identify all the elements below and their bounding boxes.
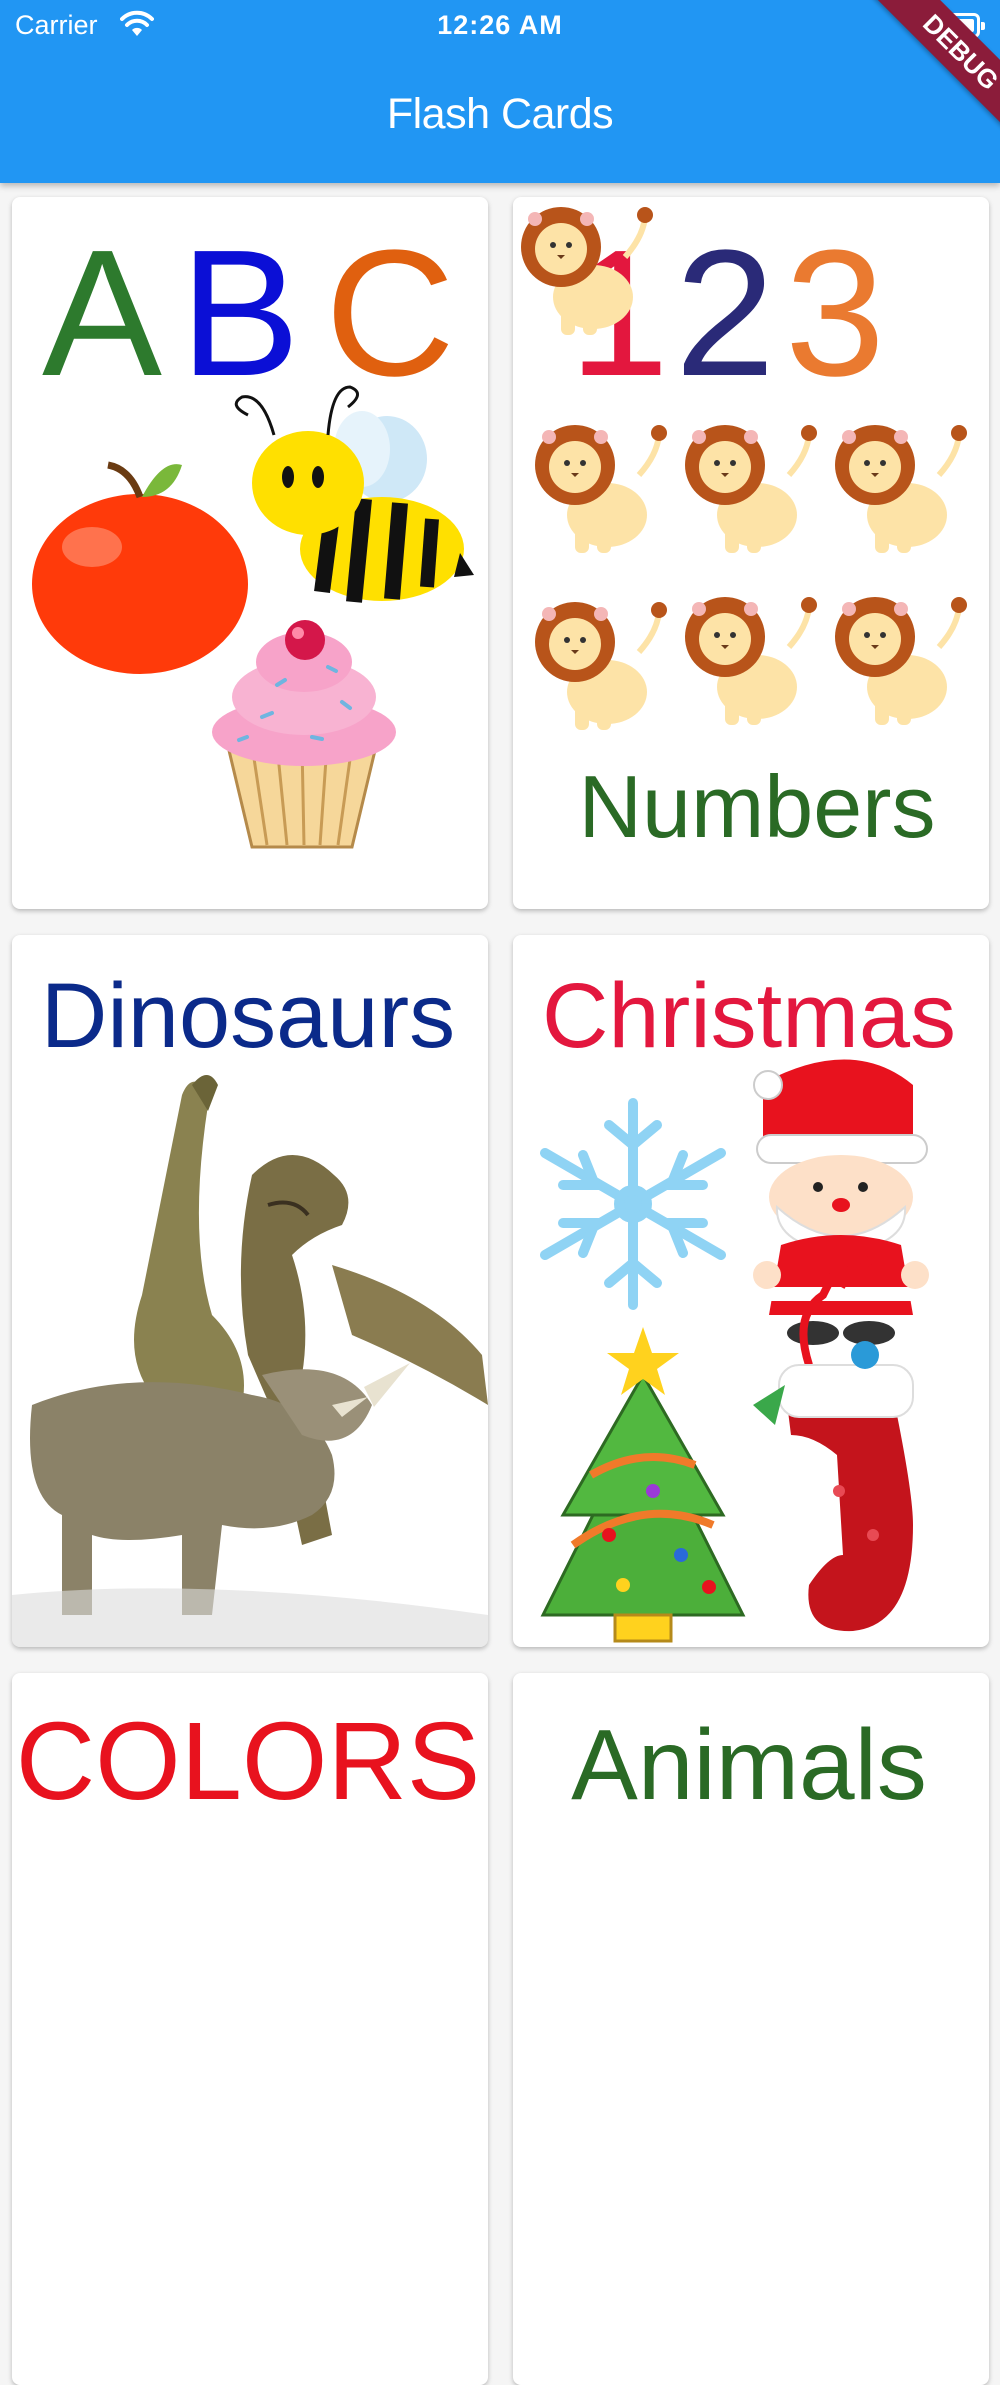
card-colors[interactable]: COLORS bbox=[12, 1673, 488, 2385]
card-abc[interactable]: A B C bbox=[12, 197, 488, 909]
card-numbers[interactable]: 1 2 3 Numbers bbox=[513, 197, 989, 909]
digit-3: 3 bbox=[785, 213, 885, 414]
christmas-label: Christmas bbox=[542, 965, 956, 1067]
app-bar: Carrier 12:26 AM Flash Cards DEBUG bbox=[0, 0, 1000, 183]
christmas-tree-icon bbox=[540, 1327, 746, 1643]
bee-icon bbox=[234, 385, 474, 603]
card-dinosaurs[interactable]: Dinosaurs bbox=[12, 935, 488, 1647]
santa-icon bbox=[753, 1059, 929, 1345]
letter-b: B bbox=[180, 213, 300, 414]
page-title: Flash Cards bbox=[386, 90, 614, 138]
digit-2: 2 bbox=[675, 213, 775, 414]
animals-label: Animals bbox=[571, 1709, 927, 1821]
dinosaurs-label: Dinosaurs bbox=[41, 965, 455, 1067]
card-christmas[interactable]: Christmas bbox=[513, 935, 989, 1647]
numbers-label: Numbers bbox=[579, 757, 936, 856]
letter-a: A bbox=[42, 213, 162, 414]
status-bar: Carrier 12:26 AM bbox=[0, 0, 1000, 52]
snowflake-icon bbox=[540, 1098, 726, 1310]
letter-c: C bbox=[325, 213, 455, 414]
card-animals[interactable]: Animals bbox=[513, 1673, 989, 2385]
colors-label: COLORS bbox=[16, 1700, 481, 1823]
dinosaur-icon bbox=[12, 1075, 488, 1647]
status-time: 12:26 AM bbox=[437, 10, 563, 40]
apple-icon bbox=[32, 461, 248, 674]
cupcake-icon bbox=[212, 620, 396, 849]
